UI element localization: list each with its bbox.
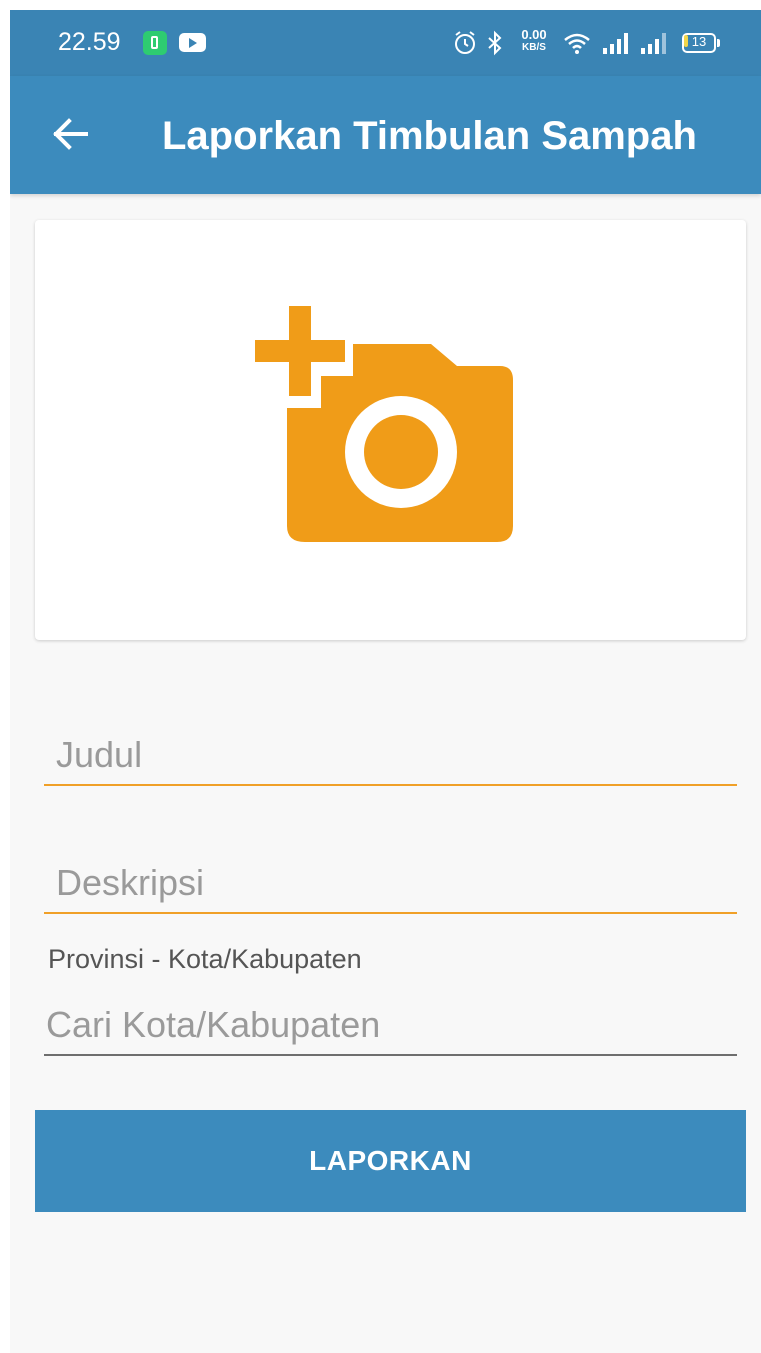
bluetooth-icon: [488, 30, 502, 56]
judul-input[interactable]: [44, 726, 737, 786]
youtube-icon: [179, 33, 206, 52]
wifi-icon: [564, 33, 590, 54]
network-speed-unit: KB/S: [522, 42, 546, 53]
deskripsi-input[interactable]: [44, 854, 737, 914]
app-bar: Laporkan Timbulan Sampah: [10, 76, 761, 194]
screen: 22.59 0.00 KB/S 13 Laporkan Timbulan Sam…: [10, 10, 761, 1353]
page-title: Laporkan Timbulan Sampah: [162, 114, 697, 158]
location-label: Provinsi - Kota/Kabupaten: [48, 944, 362, 974]
battery-charging-icon: [143, 31, 167, 55]
arrow-left-icon[interactable]: [42, 106, 98, 162]
kota-search-input[interactable]: [44, 996, 737, 1056]
battery-tip: [717, 39, 720, 47]
photo-picker[interactable]: [35, 220, 746, 640]
signal-icon: [641, 33, 666, 54]
alarm-icon: [455, 31, 475, 54]
status-time: 22.59: [58, 28, 121, 56]
battery-level: 13: [691, 34, 707, 49]
signal-icon: [603, 33, 628, 54]
status-bar: 22.59 0.00 KB/S 13: [10, 10, 761, 76]
add-photo-camera-icon[interactable]: [253, 306, 523, 556]
network-speed: 0.00 KB/S: [515, 28, 553, 58]
laporkan-button[interactable]: LAPORKAN: [35, 1110, 746, 1212]
network-speed-value: 0.00: [521, 27, 547, 42]
battery-icon: 13: [682, 33, 720, 53]
